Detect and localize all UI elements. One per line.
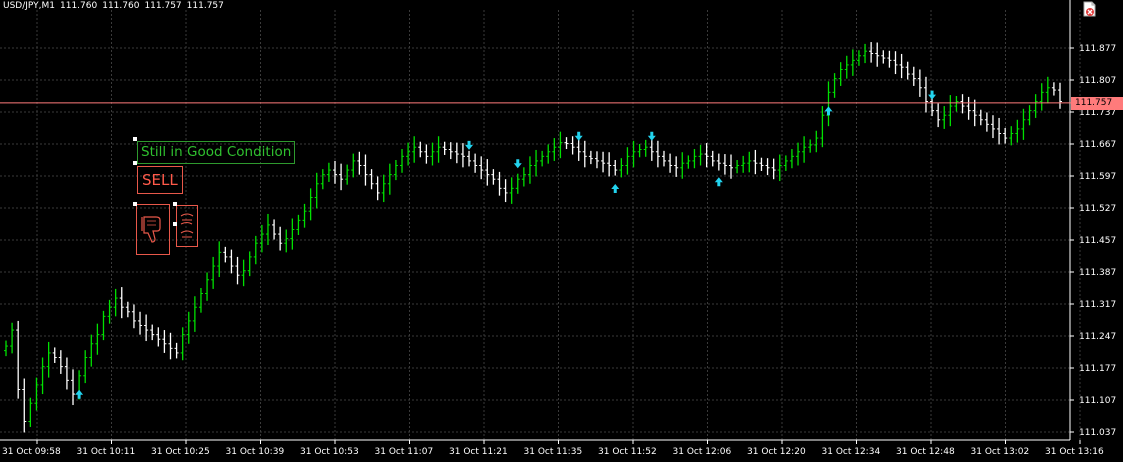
x-tick-label: 31 Oct 12:06 (673, 447, 732, 457)
close-price: 111.757 (186, 1, 224, 11)
thumbs-down-icon (141, 216, 161, 243)
x-tick-label: 31 Oct 09:58 (2, 447, 61, 457)
arrow-down-icon (647, 131, 656, 141)
signal-label-handle[interactable] (133, 161, 137, 165)
y-tick-label: 111.387 (1079, 268, 1116, 278)
arrow-down-icon (928, 90, 937, 100)
x-tick-label: 31 Oct 13:16 (1045, 447, 1104, 457)
chart-window[interactable]: 111.877 111.807 111.737 111.667 111.597 111.5… (0, 0, 1123, 462)
arrow-down-icon (465, 140, 474, 150)
y-tick-label: 111.037 (1079, 428, 1116, 438)
hand-pointing-icon (180, 213, 194, 238)
hand-pointing-handle-top[interactable] (173, 202, 177, 206)
arrow-up-icon (824, 106, 833, 116)
x-tick-label: 31 Oct 12:34 (822, 447, 881, 457)
x-tick-label: 31 Oct 13:02 (971, 447, 1030, 457)
x-tick-label: 31 Oct 11:52 (598, 447, 657, 457)
arrow-down-icon (513, 159, 522, 169)
symbol-name: USD/JPY,M1 (3, 1, 55, 11)
x-tick-label: 31 Oct 10:25 (151, 447, 210, 457)
y-tick-label: 111.807 (1079, 76, 1116, 86)
x-tick-label: 31 Oct 11:07 (375, 447, 434, 457)
arrow-up-icon (714, 177, 723, 187)
current-price-badge: 111.757 (1071, 96, 1123, 110)
low-price: 111.757 (144, 1, 182, 11)
high-price: 111.760 (102, 1, 140, 11)
arrow-up-icon (611, 184, 620, 194)
y-tick-label: 111.597 (1079, 172, 1116, 182)
thumbs-down-handle[interactable] (133, 202, 137, 206)
arrow-up-icon (75, 389, 84, 399)
x-tick-label: 31 Oct 11:35 (524, 447, 583, 457)
symbol-header: USD/JPY,M1 111.760 111.760 111.757 111.757 (3, 1, 229, 11)
y-tick-label: 111.247 (1079, 332, 1116, 342)
x-tick-label: 31 Oct 11:21 (449, 447, 508, 457)
x-tick-label: 31 Oct 12:48 (896, 447, 955, 457)
y-tick-label: 111.667 (1079, 140, 1116, 150)
hand-pointing-handle-mid[interactable] (173, 222, 177, 226)
x-tick-label: 31 Oct 10:53 (300, 447, 359, 457)
open-price: 111.760 (60, 1, 98, 11)
status-label-handle[interactable] (133, 137, 137, 141)
arrow-down-icon (574, 131, 583, 141)
close-icon[interactable] (1080, 0, 1098, 18)
thumbs-down-box[interactable] (136, 204, 170, 255)
y-tick-label: 111.317 (1079, 300, 1116, 310)
y-tick-label: 111.877 (1079, 44, 1116, 54)
x-tick-label: 31 Oct 10:11 (77, 447, 136, 457)
y-tick-label: 111.107 (1079, 396, 1116, 406)
y-tick-label: 111.457 (1079, 236, 1116, 246)
y-tick-label: 111.527 (1079, 204, 1116, 214)
status-label[interactable]: Still in Good Condition (137, 141, 296, 164)
y-tick-label: 111.177 (1079, 364, 1116, 374)
x-tick-label: 31 Oct 10:39 (226, 447, 285, 457)
hand-pointing-box[interactable] (176, 205, 198, 247)
x-tick-label: 31 Oct 12:20 (747, 447, 806, 457)
sell-signal-label[interactable]: SELL (137, 166, 183, 194)
